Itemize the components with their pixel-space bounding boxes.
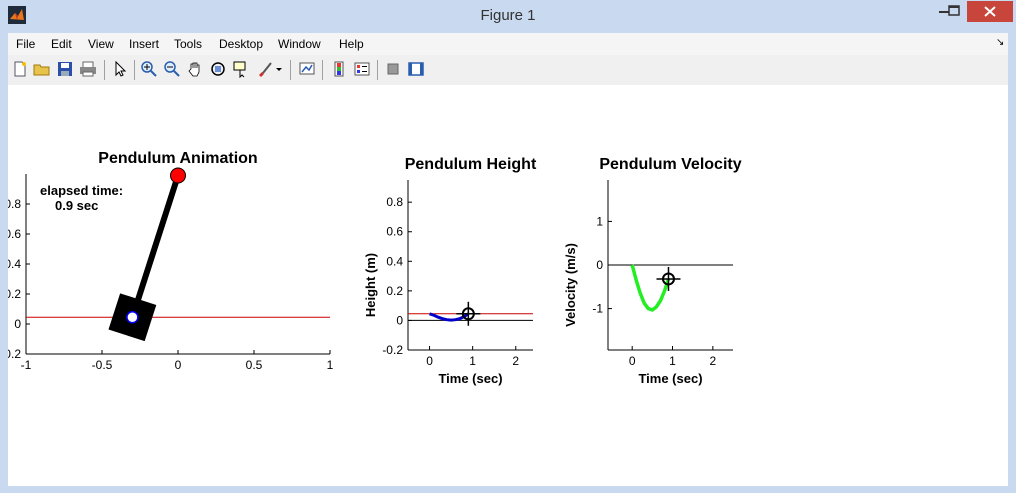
elapsed-time-label: elapsed time: (40, 183, 123, 198)
menu-bar: File Edit View Insert Tools Desktop Wind… (8, 33, 1008, 55)
link-plot-icon[interactable] (298, 60, 316, 78)
y-tick-label: 0 (596, 258, 603, 272)
x-tick-label: -0.5 (92, 358, 113, 372)
y-tick-label: 0.6 (386, 225, 403, 239)
figure-canvas: -1 -0.5 0 0.5 1 -0.2 0 0.2 0.4 0.6 0.8 Pendulum Ani… (0, 85, 1008, 486)
menu-help[interactable]: Help (339, 37, 364, 51)
hide-plot-tools-icon[interactable] (384, 60, 402, 78)
save-icon[interactable] (56, 60, 74, 78)
legend-icon[interactable] (353, 60, 371, 78)
y-tick-label: 1 (596, 214, 603, 228)
open-file-icon[interactable] (33, 60, 51, 78)
y-tick-label: 0.8 (386, 195, 403, 209)
edit-plot-arrow-icon[interactable] (111, 60, 129, 78)
close-button[interactable] (967, 1, 1013, 22)
zoom-in-icon[interactable] (140, 60, 158, 78)
y-tick-label: -0.2 (8, 347, 21, 361)
toolbar-separator (290, 60, 291, 80)
menu-edit[interactable]: Edit (51, 37, 72, 51)
show-plot-tools-icon[interactable] (407, 60, 425, 78)
x-tick-label: 1 (327, 358, 334, 372)
brush-dropdown-icon[interactable] (274, 60, 284, 78)
toolbar-separator (377, 60, 378, 80)
maximize-button[interactable] (941, 1, 967, 22)
x-tick-label: 2 (709, 354, 716, 368)
y-tick-label: 0.8 (8, 197, 21, 211)
rotate-3d-icon[interactable] (209, 60, 227, 78)
pendulum-rod (129, 174, 181, 319)
pan-hand-icon[interactable] (186, 60, 204, 78)
title-bar: Figure 1 (0, 0, 1016, 31)
data-cursor-icon[interactable] (232, 60, 250, 78)
toolbar-separator (104, 60, 105, 80)
colorbar-icon[interactable] (330, 60, 348, 78)
y-tick-label: 0.2 (8, 287, 21, 301)
menu-tools[interactable]: Tools (174, 37, 202, 51)
y-tick-label: 0.4 (386, 254, 403, 268)
x-axis-label: Time (sec) (438, 371, 502, 386)
chart-title: Pendulum Velocity (599, 156, 741, 173)
brush-icon[interactable] (256, 60, 274, 78)
toolbar-separator (134, 60, 135, 80)
menu-window[interactable]: Window (278, 37, 321, 51)
menu-insert[interactable]: Insert (129, 37, 159, 51)
y-axis-label: Height (m) (363, 253, 378, 317)
y-tick-label: 0.6 (8, 227, 21, 241)
x-tick-label: 0.5 (246, 358, 263, 372)
chart-title: Pendulum Animation (98, 150, 257, 167)
zoom-out-icon[interactable] (163, 60, 181, 78)
print-icon[interactable] (79, 60, 97, 78)
y-axis-label: Velocity (m/s) (563, 243, 578, 327)
x-tick-label: 0 (629, 354, 636, 368)
figure-plots: -1 -0.5 0 0.5 1 -0.2 0 0.2 0.4 0.6 0.8 Pendulum Ani… (0, 150, 741, 386)
y-tick-label: -1 (592, 302, 603, 316)
y-tick-label: 0 (14, 317, 21, 331)
pivot-marker (170, 167, 186, 184)
velocity-series-line (630, 264, 671, 312)
y-tick-label: 0.4 (8, 257, 21, 271)
y-tick-label: -0.2 (382, 343, 403, 357)
x-tick-label: 2 (512, 354, 519, 368)
window-title: Figure 1 (480, 7, 536, 24)
x-tick-label: -1 (21, 358, 32, 372)
menu-file[interactable]: File (16, 37, 35, 51)
x-axis-label: Time (sec) (638, 371, 702, 386)
x-tick-label: 1 (469, 354, 476, 368)
x-tick-label: 0 (426, 354, 433, 368)
chart-title: Pendulum Height (405, 156, 537, 173)
x-tick-label: 0 (175, 358, 182, 372)
figure-toolbar (8, 55, 1008, 86)
menu-view[interactable]: View (88, 37, 114, 51)
toolbar-separator (322, 60, 323, 80)
y-tick-label: 0 (396, 313, 403, 327)
menu-desktop[interactable]: Desktop (219, 37, 263, 51)
new-figure-icon[interactable] (11, 60, 29, 78)
elapsed-time-value: 0.9 sec (55, 198, 98, 213)
bob-center-marker (126, 311, 139, 324)
x-tick-label: 1 (669, 354, 676, 368)
dock-arrow-icon[interactable]: ↘ (996, 37, 1004, 48)
y-tick-label: 0.2 (386, 284, 403, 298)
